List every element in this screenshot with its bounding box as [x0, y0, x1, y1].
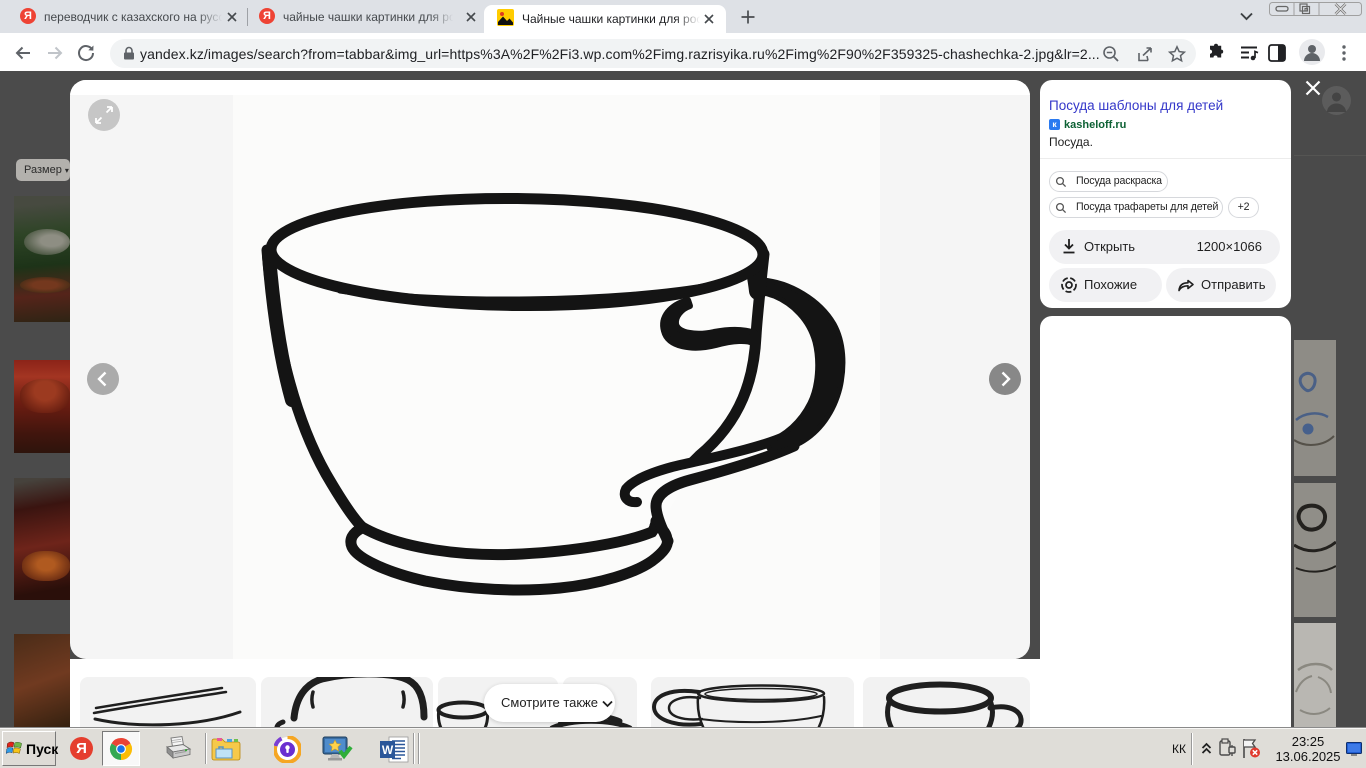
- svg-text:W: W: [382, 743, 394, 757]
